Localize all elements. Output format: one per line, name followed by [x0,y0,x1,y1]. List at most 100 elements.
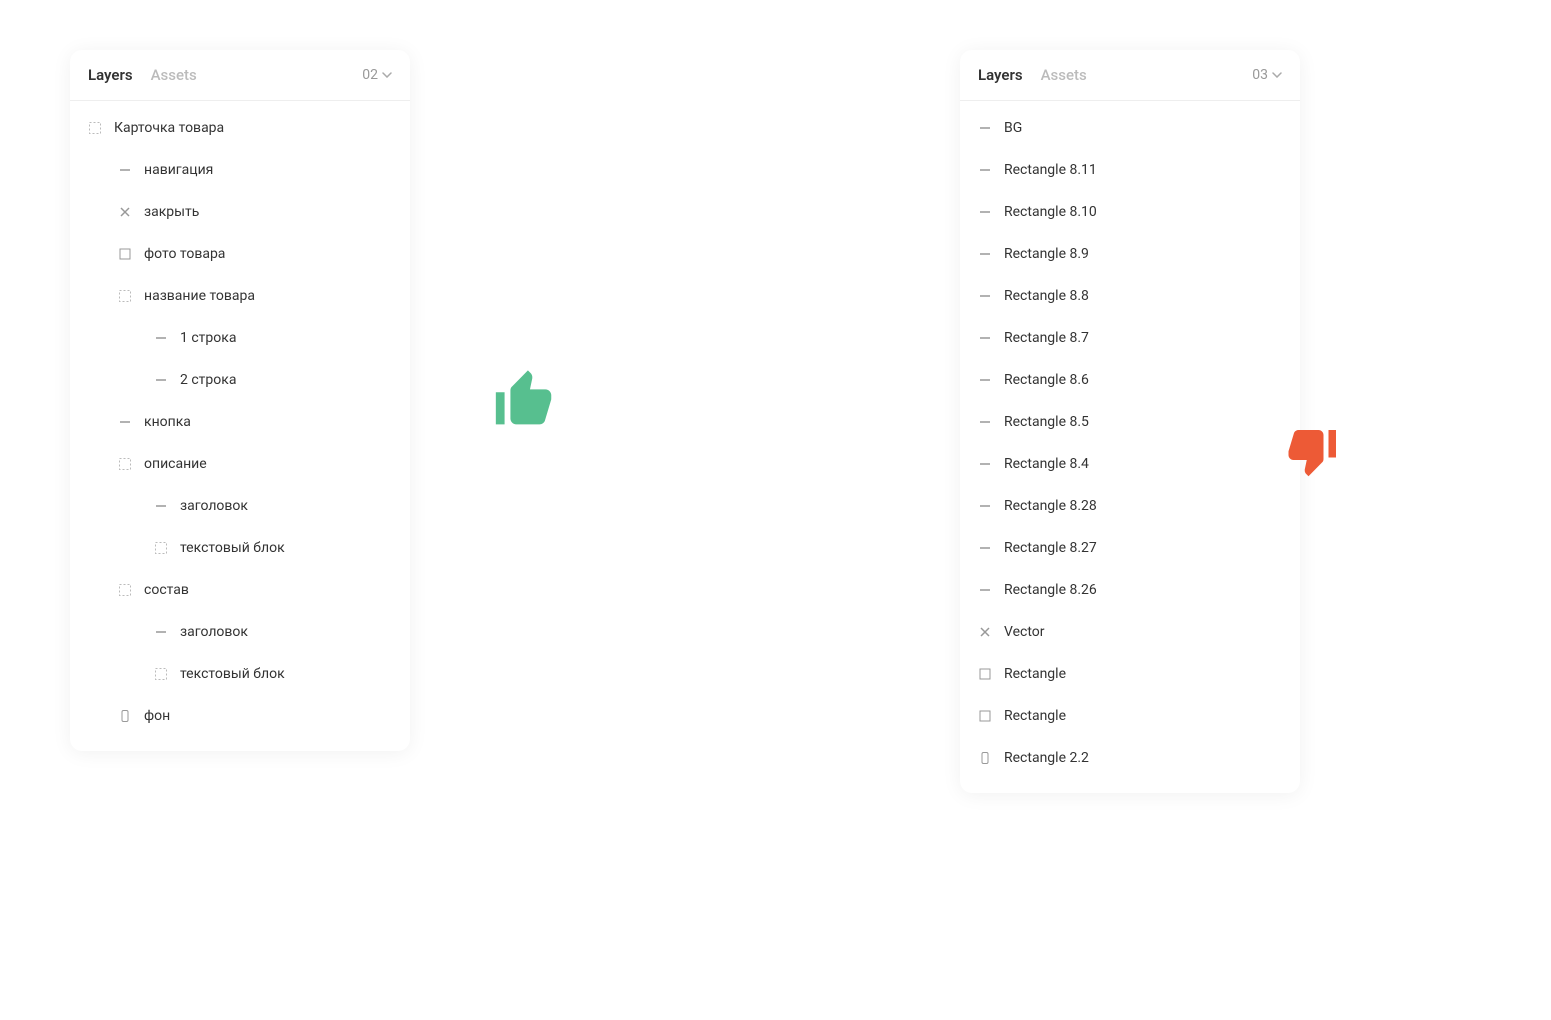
tab-assets[interactable]: Assets [151,66,197,84]
line-icon [154,499,168,513]
line-icon [978,499,992,513]
frame-dashed-icon [118,457,132,471]
layer-label: текстовый блок [180,540,285,556]
layer-item[interactable]: Rectangle 8.28 [960,485,1300,527]
phone-icon [118,709,132,723]
rect-icon [978,709,992,723]
layer-item[interactable]: Vector [960,611,1300,653]
layer-item[interactable]: Rectangle 8.9 [960,233,1300,275]
layer-item[interactable]: закрыть [70,191,410,233]
page-number: 02 [362,67,378,83]
layer-item[interactable]: фон [70,695,410,737]
close-icon [978,625,992,639]
phone-icon [978,751,992,765]
layer-item[interactable]: название товара [70,275,410,317]
layer-item[interactable]: описание [70,443,410,485]
layer-item[interactable]: Rectangle 8.8 [960,275,1300,317]
layer-item[interactable]: Rectangle [960,653,1300,695]
layer-label: Rectangle 8.7 [1004,330,1089,346]
line-icon [978,121,992,135]
layer-item[interactable]: фото товара [70,233,410,275]
layer-item[interactable]: Rectangle 2.2 [960,737,1300,779]
layer-item[interactable]: Карточка товара [70,107,410,149]
layer-label: Rectangle 8.10 [1004,204,1097,220]
layer-item[interactable]: текстовый блок [70,527,410,569]
line-icon [978,457,992,471]
line-icon [978,541,992,555]
tab-layers[interactable]: Layers [978,66,1023,84]
layer-label: Rectangle 8.5 [1004,414,1089,430]
bad-layers-panel: Layers Assets 03 BG Rectangle 8.11 Rectang… [960,50,1300,793]
line-icon [154,331,168,345]
page-number: 03 [1252,67,1268,83]
chevron-down-icon [1272,70,1282,80]
line-icon [978,331,992,345]
layer-item[interactable]: Rectangle 8.11 [960,149,1300,191]
layer-item[interactable]: BG [960,107,1300,149]
line-icon [978,163,992,177]
layer-item[interactable]: Rectangle 8.10 [960,191,1300,233]
layer-label: Rectangle 8.11 [1004,162,1097,178]
line-icon [978,583,992,597]
layer-label: Rectangle 8.27 [1004,540,1097,556]
line-icon [978,373,992,387]
thumbs-down-icon [1281,420,1341,480]
layer-item[interactable]: навигация [70,149,410,191]
layer-label: описание [144,456,207,472]
frame-dashed-icon [118,289,132,303]
rect-icon [978,667,992,681]
layer-item[interactable]: текстовый блок [70,653,410,695]
tab-assets[interactable]: Assets [1041,66,1087,84]
layer-label: Rectangle 8.6 [1004,372,1089,388]
layer-label: навигация [144,162,213,178]
good-layers-panel: Layers Assets 02 Карточка товара навигаци… [70,50,410,751]
layer-item[interactable]: Rectangle 8.26 [960,569,1300,611]
layer-item[interactable]: 2 строка [70,359,410,401]
layer-label: Rectangle 8.9 [1004,246,1089,262]
layer-item[interactable]: кнопка [70,401,410,443]
line-icon [154,625,168,639]
layer-item[interactable]: заголовок [70,611,410,653]
good-layer-list: Карточка товара навигация закрыть фото това… [70,101,410,751]
layer-item[interactable]: Rectangle 8.4 [960,443,1300,485]
layer-label: заголовок [180,624,248,640]
layer-label: кнопка [144,414,191,430]
layer-item[interactable]: Rectangle 8.5 [960,401,1300,443]
page-selector[interactable]: 03 [1252,67,1282,83]
layer-item[interactable]: заголовок [70,485,410,527]
layer-label: Rectangle [1004,708,1066,724]
layer-label: закрыть [144,204,199,220]
layer-item[interactable]: Rectangle [960,695,1300,737]
bad-panel-header: Layers Assets 03 [960,50,1300,101]
layer-label: фото товара [144,246,225,262]
panel-tabs: Layers Assets [88,66,197,84]
layer-label: Карточка товара [114,120,224,136]
rect-icon [118,247,132,261]
tab-layers[interactable]: Layers [88,66,133,84]
panel-tabs: Layers Assets [978,66,1087,84]
good-column: Layers Assets 02 Карточка товара навигаци… [70,50,560,751]
layer-item[interactable]: состав [70,569,410,611]
layer-label: Rectangle 2.2 [1004,750,1089,766]
page-selector[interactable]: 02 [362,67,392,83]
line-icon [978,247,992,261]
line-icon [154,373,168,387]
layer-label: название товара [144,288,255,304]
line-icon [118,415,132,429]
layer-label: Rectangle 8.8 [1004,288,1089,304]
layer-label: состав [144,582,189,598]
layer-item[interactable]: Rectangle 8.27 [960,527,1300,569]
layer-item[interactable]: Rectangle 8.7 [960,317,1300,359]
layer-label: 1 строка [180,330,236,346]
bad-layer-list: BG Rectangle 8.11 Rectangle 8.10 Rectangle … [960,101,1300,793]
layer-label: Rectangle 8.26 [1004,582,1097,598]
layer-label: заголовок [180,498,248,514]
layer-label: Rectangle 8.28 [1004,498,1097,514]
layer-item[interactable]: 1 строка [70,317,410,359]
frame-dashed-icon [154,667,168,681]
layer-item[interactable]: Rectangle 8.6 [960,359,1300,401]
layer-label: Rectangle 8.4 [1004,456,1089,472]
layer-label: фон [144,708,170,724]
good-panel-header: Layers Assets 02 [70,50,410,101]
layer-label: Rectangle [1004,666,1066,682]
